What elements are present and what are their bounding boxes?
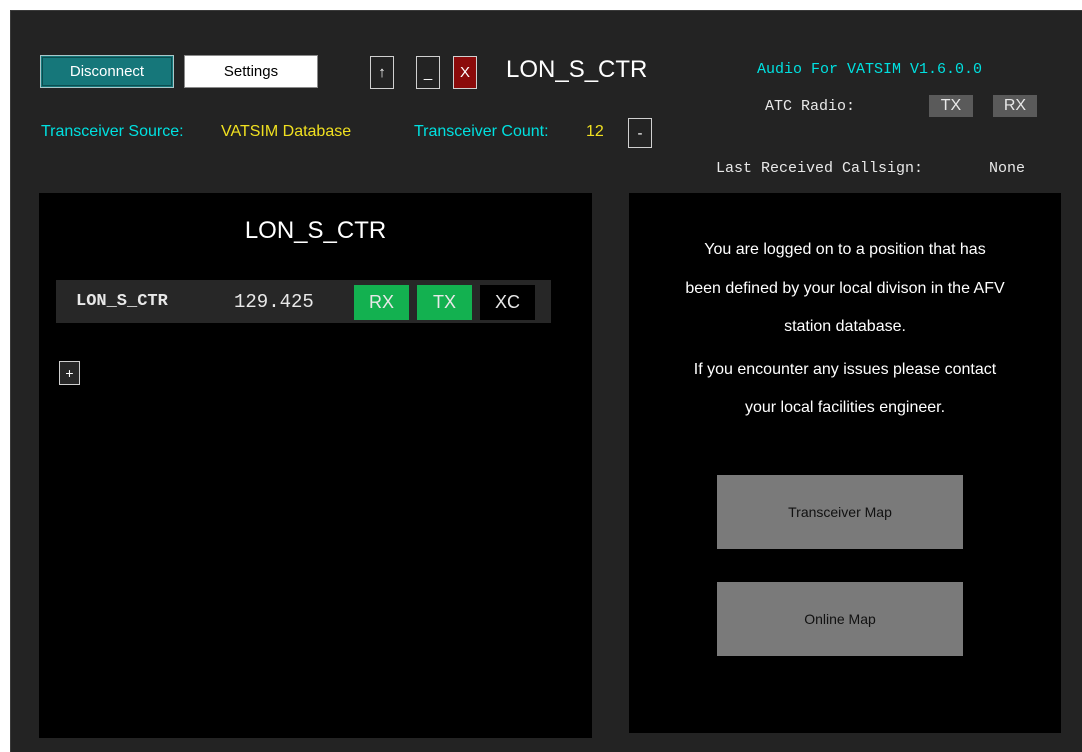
atc-radio-label: ATC Radio: [765,98,856,115]
station-panel-title: LON_S_CTR [244,217,387,244]
info-text-line: been defined by your local divison in th… [685,280,1005,297]
add-station-button[interactable]: + [59,361,80,385]
info-panel: You are logged on to a position that has… [629,193,1061,733]
arrow-up-icon: ↑ [378,64,386,81]
transceiver-source-value: VATSIM Database [221,123,352,140]
minimize-icon: _ [423,64,433,81]
station-frequency: 129.425 [234,291,314,313]
disconnect-button[interactable]: Disconnect [40,55,174,88]
close-icon: X [459,64,470,81]
station-panel: LON_S_CTR LON_S_CTR 129.425 RX TX XC + [39,193,592,738]
atc-tx-indicator: TX [929,95,973,117]
close-button[interactable]: X [453,56,477,89]
info-text-line: your local facilities engineer. [744,399,946,416]
minus-icon: - [637,124,643,142]
info-text-line: If you encounter any issues please conta… [693,361,997,378]
atc-rx-indicator: RX [993,95,1037,117]
version-label: Audio For VATSIM V1.6.0.0 [757,61,983,78]
info-text-line: station database. [784,318,906,335]
always-on-top-button[interactable]: ↑ [370,56,394,89]
transceiver-count-label: Transceiver Count: [414,123,549,140]
minimize-button[interactable]: _ [416,56,440,89]
station-rx-toggle[interactable]: RX [354,285,409,320]
transceiver-source-label: Transceiver Source: [41,123,184,140]
afv-window: Disconnect Settings ↑ _ X LON_S_CTR Audi… [10,10,1082,752]
window-callsign-title: LON_S_CTR [506,56,648,83]
last-received-value: None [989,160,1026,177]
station-row: LON_S_CTR 129.425 RX TX XC [56,280,551,323]
plus-icon: + [65,365,74,381]
last-received-label: Last Received Callsign: [716,160,924,177]
station-callsign: LON_S_CTR [76,292,168,311]
collapse-button[interactable]: - [628,118,652,148]
info-text-line: You are logged on to a position that has [704,241,986,258]
station-xc-toggle[interactable]: XC [480,285,535,320]
transceiver-count-value: 12 [586,123,604,140]
settings-button[interactable]: Settings [184,55,318,88]
online-map-button[interactable]: Online Map [717,582,963,656]
station-tx-toggle[interactable]: TX [417,285,472,320]
transceiver-map-button[interactable]: Transceiver Map [717,475,963,549]
